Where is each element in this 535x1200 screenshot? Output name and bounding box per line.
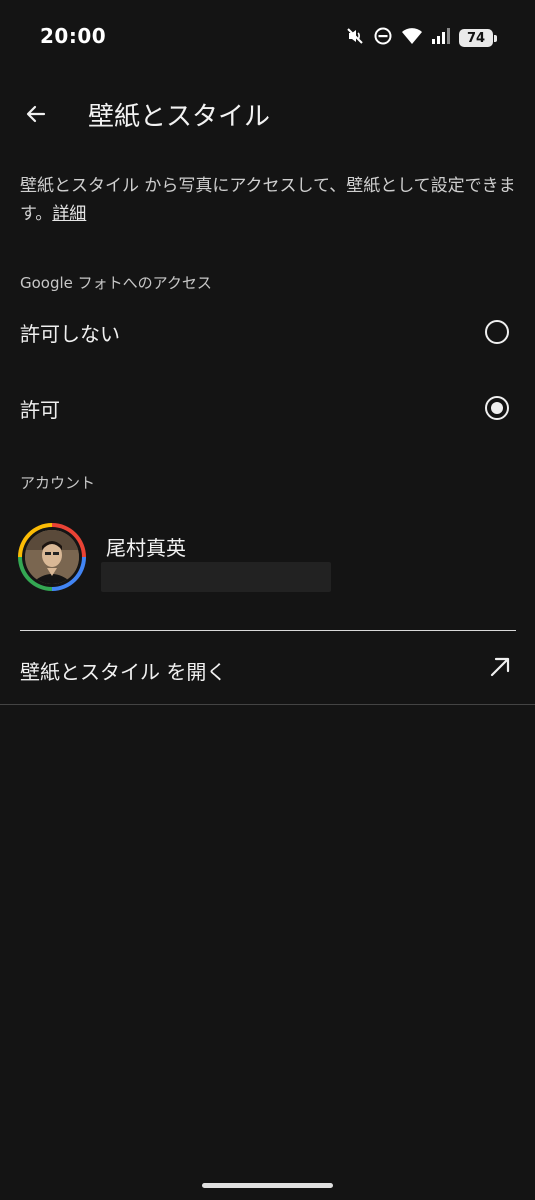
radio-deny[interactable] — [485, 320, 509, 344]
account-row[interactable]: 尾村真英 — [0, 516, 535, 606]
wifi-icon — [401, 27, 423, 49]
status-bar: 20:00 74 — [0, 0, 535, 76]
account-section-label: アカウント — [20, 474, 96, 492]
description: 壁紙とスタイル から写真にアクセスして、壁紙として設定できます。詳細 — [20, 172, 520, 228]
open-app-label: 壁紙とスタイル を開く — [20, 660, 227, 684]
avatar — [18, 523, 86, 591]
description-text: 壁紙とスタイル から写真にアクセスして、壁紙として設定できます。 — [20, 176, 516, 224]
mute-icon — [345, 26, 365, 50]
account-email-redacted — [101, 562, 331, 592]
option-allow-label: 許可 — [20, 398, 60, 422]
access-section-label: Google フォトへのアクセス — [20, 274, 212, 292]
status-icons: 74 — [345, 24, 497, 52]
option-deny-label: 許可しない — [20, 322, 120, 346]
divider-bottom — [0, 704, 535, 705]
status-time: 20:00 — [40, 24, 107, 48]
signal-icon — [431, 27, 451, 49]
radio-allow[interactable] — [485, 396, 509, 420]
avatar-photo — [25, 530, 79, 584]
divider — [20, 630, 516, 631]
home-indicator[interactable] — [202, 1183, 333, 1188]
dnd-icon — [373, 26, 393, 50]
arrow-back-icon[interactable] — [16, 94, 56, 134]
app-bar: 壁紙とスタイル — [0, 76, 535, 152]
battery-icon: 74 — [459, 29, 497, 47]
details-link[interactable]: 詳細 — [52, 204, 86, 224]
option-allow[interactable]: 許可 — [0, 372, 535, 448]
account-name: 尾村真英 — [106, 536, 186, 560]
option-deny[interactable]: 許可しない — [0, 296, 535, 372]
open-app-row[interactable]: 壁紙とスタイル を開く — [0, 632, 535, 704]
page-title: 壁紙とスタイル — [88, 102, 271, 132]
open-external-icon — [487, 654, 513, 680]
